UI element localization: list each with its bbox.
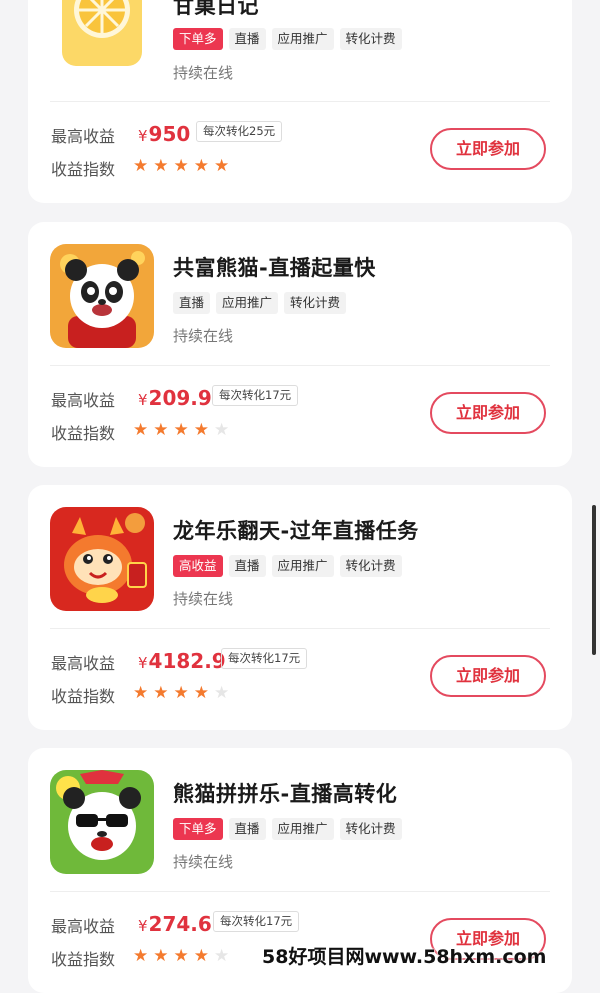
panda-icon — [50, 244, 154, 348]
star-icon: ★ — [193, 946, 209, 966]
max-income-label: 最高收益 — [51, 391, 116, 410]
task-card: 共富熊猫-直播起量快 直播 应用推广 转化计费 持续在线 最高收益 ¥209.9… — [28, 222, 572, 467]
income-stars: ★ ★ ★ ★ ★ — [133, 422, 229, 439]
task-card: 龙年乐翻天-过年直播任务 高收益 直播 应用推广 转化计费 持续在线 最高收益 … — [28, 485, 572, 730]
income-index-label: 收益指数 — [51, 424, 116, 443]
currency-symbol: ¥ — [138, 127, 148, 145]
orange-slice-icon — [50, 0, 154, 74]
star-icon: ★ — [173, 156, 189, 176]
tag: 转化计费 — [339, 818, 402, 840]
tag: 下单多 — [173, 28, 223, 50]
income-index-label: 收益指数 — [51, 950, 116, 969]
join-button[interactable]: 立即参加 — [430, 128, 546, 170]
tag-list: 直播 应用推广 转化计费 — [173, 292, 347, 314]
sunglasses-panda-icon — [50, 770, 154, 874]
max-income-label: 最高收益 — [51, 654, 116, 673]
income-index-label: 收益指数 — [51, 160, 116, 179]
star-icon: ★ — [153, 683, 169, 703]
star-icon: ★ — [173, 420, 189, 440]
star-icon: ★ — [193, 420, 209, 440]
status-text: 持续在线 — [173, 853, 234, 871]
scrollbar[interactable] — [592, 505, 596, 655]
divider — [50, 101, 550, 102]
tag-list: 下单多 直播 应用推广 转化计费 — [173, 818, 402, 840]
per-conversion-badge: 每次转化17元 — [213, 911, 300, 932]
watermark-text: 58好项目网www.58hxm.com — [262, 946, 547, 968]
tag: 转化计费 — [339, 28, 402, 50]
currency-symbol: ¥ — [138, 391, 148, 409]
per-conversion-badge: 每次转化17元 — [221, 648, 308, 669]
dragon-icon — [50, 507, 154, 611]
join-button[interactable]: 立即参加 — [430, 655, 546, 697]
star-icon: ★ — [193, 156, 209, 176]
divider — [50, 891, 550, 892]
max-income-value: ¥950 — [138, 122, 190, 146]
currency-symbol: ¥ — [138, 917, 148, 935]
income-stars: ★ ★ ★ ★ ★ — [133, 685, 229, 702]
star-empty-icon: ★ — [214, 420, 230, 440]
divider — [50, 365, 550, 366]
star-icon: ★ — [153, 420, 169, 440]
max-income-value: ¥209.9 — [138, 386, 212, 410]
currency-symbol: ¥ — [138, 654, 148, 672]
task-title: 共富熊猫-直播起量快 — [173, 256, 376, 280]
star-empty-icon: ★ — [214, 683, 230, 703]
tag: 下单多 — [173, 818, 223, 840]
status-text: 持续在线 — [173, 327, 234, 345]
price-amount: 209.9 — [148, 386, 212, 410]
tag: 直播 — [228, 818, 266, 840]
task-title: 龙年乐翻天-过年直播任务 — [173, 519, 419, 543]
divider — [50, 628, 550, 629]
tag: 直播 — [228, 555, 266, 577]
price-amount: 950 — [148, 122, 191, 146]
max-income-label: 最高收益 — [51, 127, 116, 146]
star-icon: ★ — [214, 156, 230, 176]
task-title: 甘菓日记 — [173, 0, 259, 18]
star-icon: ★ — [133, 156, 149, 176]
tag: 直播 — [228, 28, 266, 50]
task-title: 熊猫拼拼乐-直播高转化 — [173, 782, 398, 806]
task-card: 甘菓日记 下单多 直播 应用推广 转化计费 持续在线 最高收益 ¥950 每次转… — [28, 0, 572, 203]
tag-list: 下单多 直播 应用推广 转化计费 — [173, 28, 402, 50]
status-text: 持续在线 — [173, 64, 234, 82]
per-conversion-badge: 每次转化25元 — [196, 121, 283, 142]
income-stars: ★ ★ ★ ★ ★ — [133, 948, 229, 965]
tag: 应用推广 — [271, 818, 334, 840]
tag: 转化计费 — [339, 555, 402, 577]
tag: 应用推广 — [271, 28, 334, 50]
star-icon: ★ — [173, 946, 189, 966]
max-income-label: 最高收益 — [51, 917, 116, 936]
star-icon: ★ — [133, 946, 149, 966]
price-amount: 4182.9 — [148, 649, 226, 673]
tag: 应用推广 — [271, 555, 334, 577]
max-income-value: ¥274.6 — [138, 912, 212, 936]
star-icon: ★ — [133, 420, 149, 440]
star-icon: ★ — [133, 683, 149, 703]
max-income-value: ¥4182.9 — [138, 649, 226, 673]
per-conversion-badge: 每次转化17元 — [212, 385, 299, 406]
income-index-label: 收益指数 — [51, 687, 116, 706]
star-icon: ★ — [173, 683, 189, 703]
tag: 转化计费 — [284, 292, 347, 314]
status-text: 持续在线 — [173, 590, 234, 608]
tag: 直播 — [173, 292, 211, 314]
star-icon: ★ — [153, 946, 169, 966]
star-icon: ★ — [153, 156, 169, 176]
star-empty-icon: ★ — [214, 946, 230, 966]
join-button[interactable]: 立即参加 — [430, 392, 546, 434]
star-icon: ★ — [193, 683, 209, 703]
income-stars: ★ ★ ★ ★ ★ — [133, 158, 229, 175]
tag-list: 高收益 直播 应用推广 转化计费 — [173, 555, 402, 577]
tag: 高收益 — [173, 555, 223, 577]
tag: 应用推广 — [216, 292, 279, 314]
price-amount: 274.6 — [148, 912, 212, 936]
